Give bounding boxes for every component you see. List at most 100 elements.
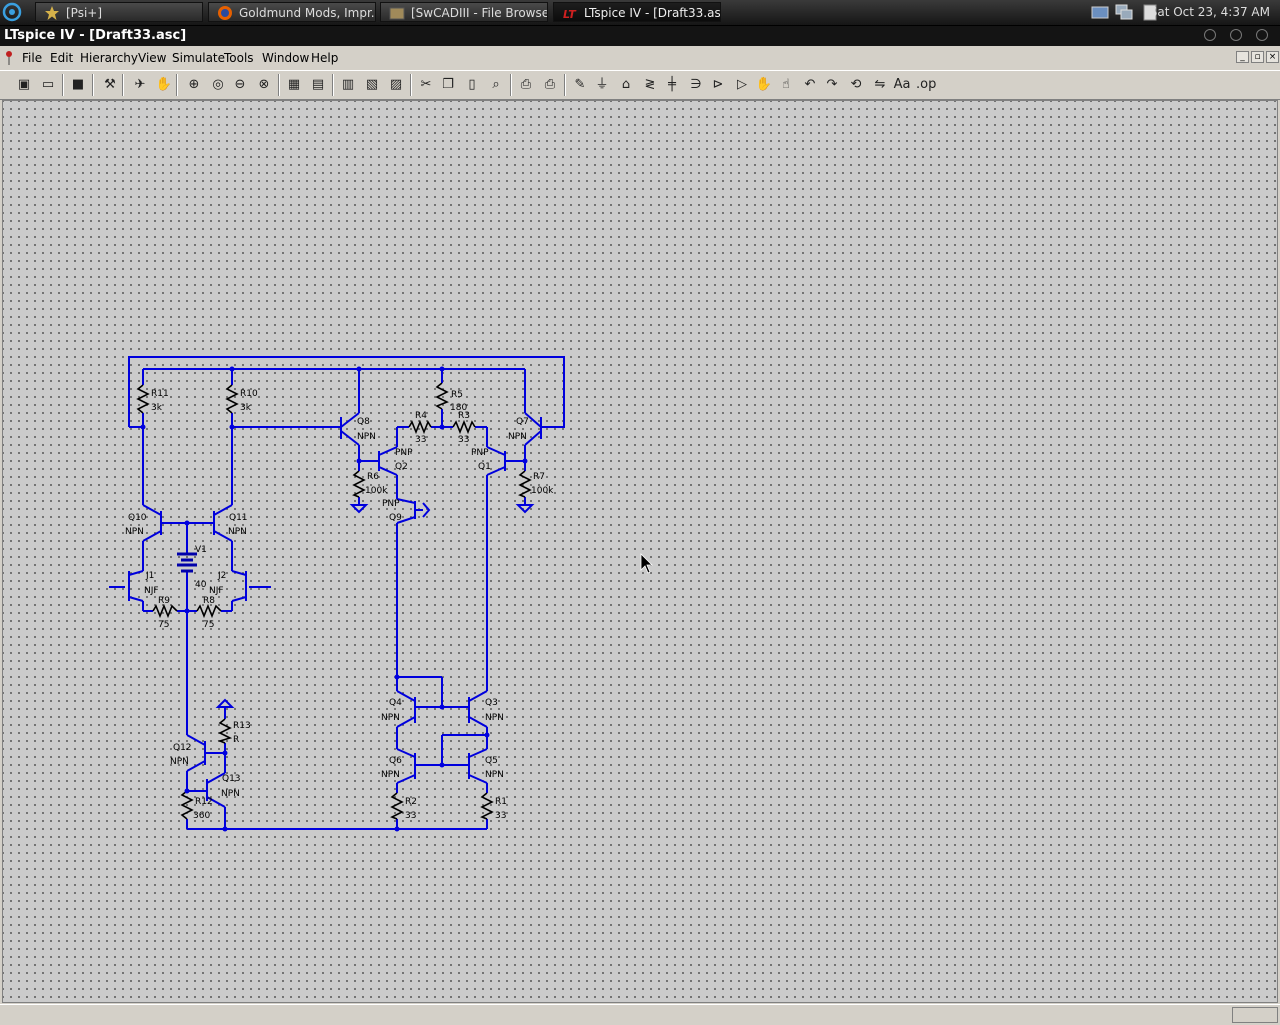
window-titlebar[interactable]: LTspice IV - [Draft33.asc] bbox=[0, 26, 1280, 46]
mdi-minimize-icon[interactable]: _ bbox=[1236, 51, 1249, 63]
label-q7: Q7 bbox=[516, 417, 529, 427]
redo-icon[interactable]: ↷ bbox=[822, 75, 842, 95]
value-r8: 75 bbox=[203, 620, 214, 630]
schematic-canvas[interactable]: R11 3k R10 3k Q8 NPN R4 33 R5 180 R3 33 … bbox=[2, 100, 1278, 1003]
toolbar: ▣ ▭ ■ ⚒ ✈ ✋ ⊕ ◎ ⊖ ⊗ ▦ ▤ ▥ ▧ ▨ ✂ ❐ ▯ ⌕ ⎙ ⎙ ✎ ⏚ ⌂ ≷ ╪ ∋ ⊳ ▷ ✋ ☝ ↶ ↷ ⟲ ⇋ Aa .op bbox=[0, 70, 1280, 100]
doc-pin-icon[interactable] bbox=[4, 50, 14, 66]
label-r13: R13 bbox=[233, 721, 251, 731]
start-menu-icon[interactable] bbox=[0, 0, 26, 25]
menu-tools[interactable]: Tools bbox=[224, 51, 254, 65]
type-q5: NPN bbox=[485, 770, 504, 780]
wire-icon[interactable]: ✎ bbox=[570, 75, 590, 95]
resistor-icon[interactable]: ≷ bbox=[640, 75, 660, 95]
diode-icon[interactable]: ⊳ bbox=[708, 75, 728, 95]
mail-tray-icon[interactable] bbox=[1090, 3, 1110, 21]
mdi-close-icon[interactable]: × bbox=[1266, 51, 1279, 63]
find-icon[interactable]: ⌕ bbox=[486, 75, 506, 95]
menu-edit[interactable]: Edit bbox=[50, 51, 73, 65]
mirror-icon[interactable]: ⇋ bbox=[870, 75, 890, 95]
control-panel-icon[interactable]: ⚒ bbox=[100, 75, 120, 95]
clock[interactable]: Sat Oct 23, 4:37 AM bbox=[1150, 0, 1270, 25]
value-r6: 100k bbox=[365, 486, 388, 496]
schematic-drawing[interactable]: R11 3k R10 3k Q8 NPN R4 33 R5 180 R3 33 … bbox=[3, 101, 1279, 1004]
text-icon[interactable]: Aa bbox=[892, 75, 912, 95]
type-q12: NPN bbox=[170, 757, 189, 767]
resistor-r12 bbox=[180, 790, 194, 820]
star-icon bbox=[45, 6, 59, 20]
open-icon[interactable]: ▭ bbox=[38, 75, 58, 95]
resistor-r3 bbox=[452, 419, 476, 435]
zoom-in-icon[interactable]: ⊕ bbox=[184, 75, 204, 95]
menu-simulate[interactable]: Simulate bbox=[172, 51, 225, 65]
label-q11: Q11 bbox=[229, 513, 248, 523]
task-file-browser[interactable]: [SwCADIII - File Browser] bbox=[380, 2, 548, 22]
resistor-r7 bbox=[518, 470, 532, 498]
zoom-out-icon[interactable]: ⊖ bbox=[230, 75, 250, 95]
type-q4: NPN bbox=[381, 713, 400, 723]
close-windows-icon[interactable]: ▨ bbox=[386, 75, 406, 95]
component-icon[interactable]: ▷ bbox=[732, 75, 752, 95]
ground-symbol bbox=[515, 504, 535, 514]
type-q8: NPN bbox=[357, 432, 376, 442]
save-icon[interactable]: ■ bbox=[68, 75, 88, 95]
drag-icon[interactable]: ☝ bbox=[776, 75, 796, 95]
label-r8: R8 bbox=[203, 596, 215, 606]
value-r12: 360 bbox=[193, 811, 210, 821]
type-j2: NJF bbox=[209, 586, 224, 596]
zoom-fit-icon[interactable]: ⊗ bbox=[254, 75, 274, 95]
task-psi[interactable]: [Psi+] bbox=[35, 2, 203, 22]
ground-symbol bbox=[349, 504, 369, 514]
new-schematic-icon[interactable]: ▣ bbox=[14, 75, 34, 95]
cascade-icon[interactable]: ▧ bbox=[362, 75, 382, 95]
toolbar-separator bbox=[278, 74, 280, 96]
network-tray-icon[interactable] bbox=[1114, 3, 1134, 21]
resistor-r4 bbox=[408, 419, 432, 435]
type-q7: NPN bbox=[508, 432, 527, 442]
label-q9: Q9 bbox=[389, 513, 402, 523]
tile-icon[interactable]: ▤ bbox=[308, 75, 328, 95]
label-net-icon[interactable]: ⌂ bbox=[616, 75, 636, 95]
undo-icon[interactable]: ↶ bbox=[800, 75, 820, 95]
label-j1: J1 bbox=[145, 571, 154, 581]
resistor-r1 bbox=[480, 792, 494, 820]
task-ltspice[interactable]: LT LTspice IV - [Draft33.asc] bbox=[553, 2, 721, 22]
label-q5: Q5 bbox=[485, 756, 498, 766]
tile-vertical-icon[interactable]: ▥ bbox=[338, 75, 358, 95]
toolbar-separator bbox=[564, 74, 566, 96]
capacitor-icon[interactable]: ╪ bbox=[662, 75, 682, 95]
battery-v1 bbox=[177, 552, 197, 573]
spice-directive-icon[interactable]: .op bbox=[916, 75, 936, 95]
taskbar: [Psi+] Goldmund Mods, Impr... [SwCADIII … bbox=[0, 0, 1280, 26]
task-firefox[interactable]: Goldmund Mods, Impr... bbox=[208, 2, 376, 22]
move-icon[interactable]: ✋ bbox=[754, 75, 774, 95]
print-icon[interactable]: ⎙ bbox=[540, 75, 560, 95]
run-icon[interactable]: ✈ bbox=[130, 75, 150, 95]
mdi-restore-icon[interactable]: ▫ bbox=[1251, 51, 1264, 63]
zoom-area-icon[interactable]: ◎ bbox=[208, 75, 228, 95]
menu-file[interactable]: File bbox=[22, 51, 42, 65]
menu-help[interactable]: Help bbox=[311, 51, 338, 65]
maximize-icon[interactable] bbox=[1230, 29, 1242, 41]
inductor-icon[interactable]: ∋ bbox=[686, 75, 706, 95]
paste-icon[interactable]: ▯ bbox=[462, 75, 482, 95]
task-label: Goldmund Mods, Impr... bbox=[239, 6, 376, 20]
resize-grip[interactable] bbox=[1232, 1007, 1278, 1023]
toolbar-separator bbox=[176, 74, 178, 96]
menu-window[interactable]: Window bbox=[262, 51, 309, 65]
close-icon[interactable] bbox=[1256, 29, 1268, 41]
type-q3: NPN bbox=[485, 713, 504, 723]
pan-icon[interactable]: ✋ bbox=[154, 75, 174, 95]
menu-hierarchy[interactable]: Hierarchy bbox=[80, 51, 138, 65]
print-setup-icon[interactable]: ⎙ bbox=[516, 75, 536, 95]
autoscale-icon[interactable]: ▦ bbox=[284, 75, 304, 95]
rotate-icon[interactable]: ⟲ bbox=[846, 75, 866, 95]
label-q1: Q1 bbox=[478, 462, 491, 472]
minimize-icon[interactable] bbox=[1204, 29, 1216, 41]
ground-icon[interactable]: ⏚ bbox=[592, 75, 612, 95]
component-labels: R11 3k R10 3k Q8 NPN R4 33 R5 180 R3 33 … bbox=[125, 389, 554, 821]
cut-icon[interactable]: ✂ bbox=[416, 75, 436, 95]
value-r7: 100k bbox=[531, 486, 554, 496]
copy-icon[interactable]: ❐ bbox=[438, 75, 458, 95]
menu-view[interactable]: View bbox=[138, 51, 166, 65]
task-label: [SwCADIII - File Browser] bbox=[411, 6, 548, 20]
